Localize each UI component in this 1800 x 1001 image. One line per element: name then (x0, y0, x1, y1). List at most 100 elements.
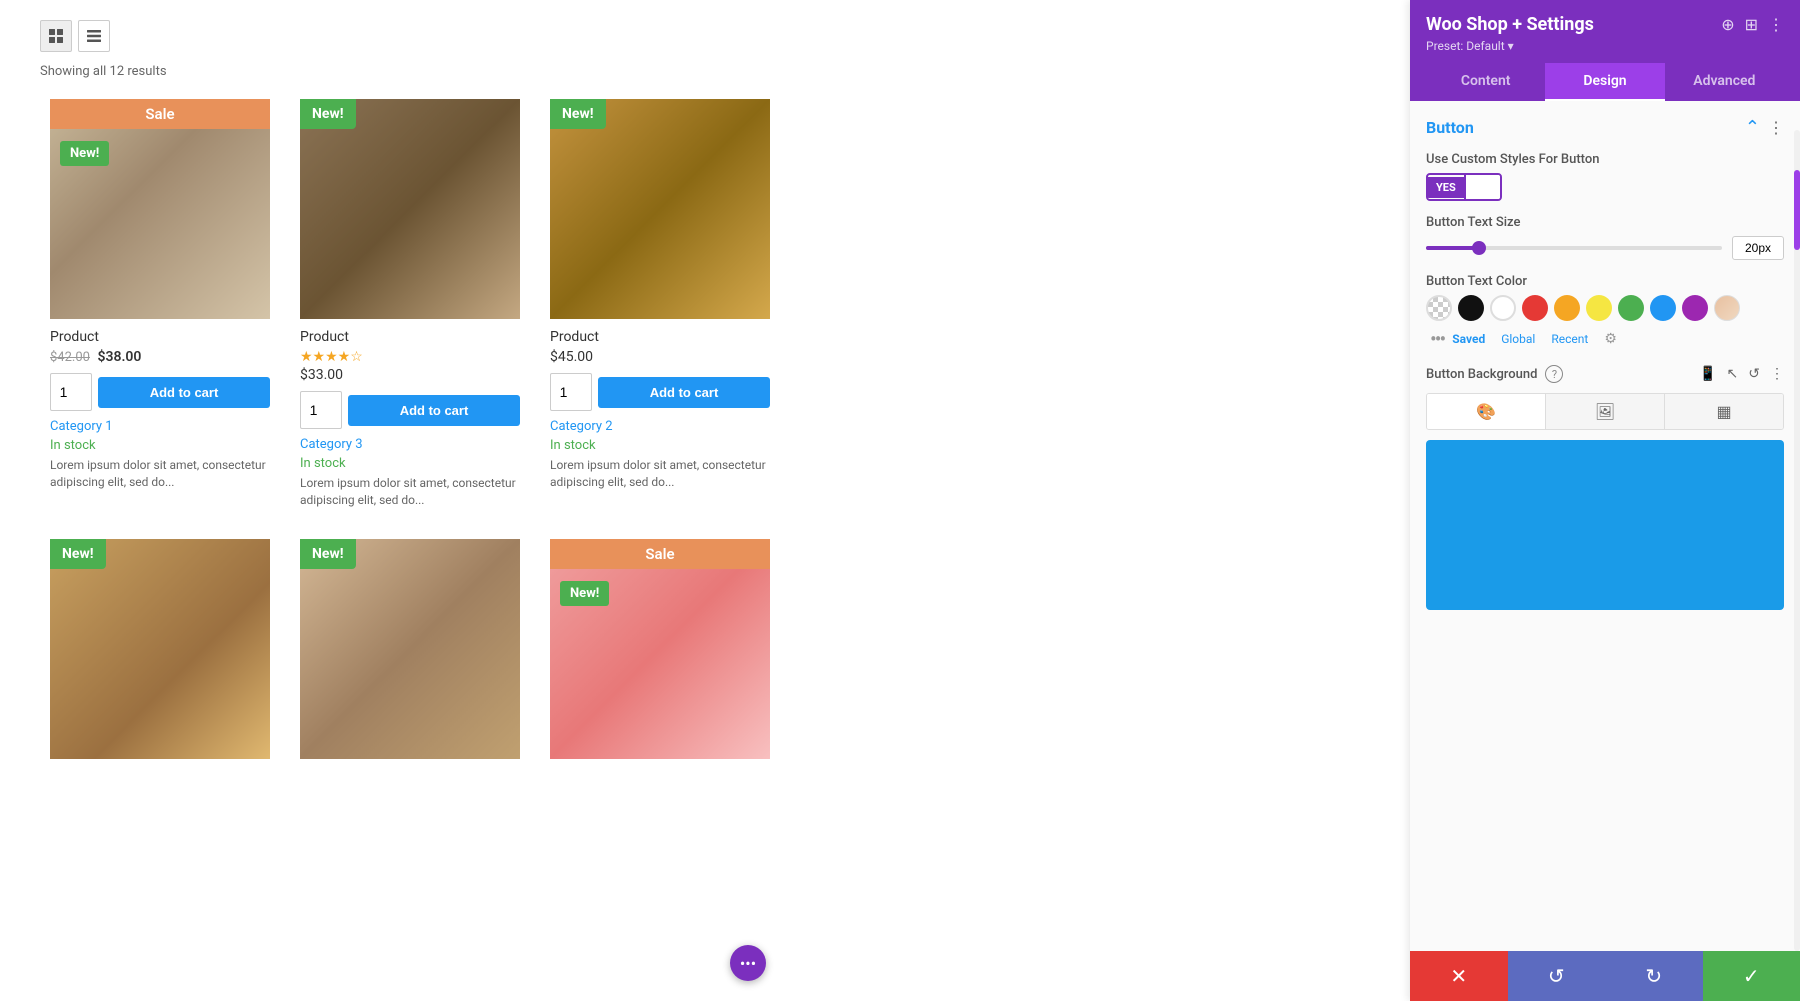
custom-styles-toggle[interactable]: YES (1426, 173, 1502, 201)
slider-fill (1426, 246, 1479, 250)
bg-type-image-tab[interactable]: 🖼 (1546, 394, 1665, 429)
product-card: New! Product ★★★★☆ $33.00 Add to cart Ca… (300, 99, 520, 509)
product-category[interactable]: Category 2 (550, 419, 770, 434)
toggle-box[interactable] (1464, 175, 1500, 199)
color-edit[interactable] (1714, 295, 1740, 321)
text-size-slider-row: 20px (1426, 236, 1784, 260)
help-icon[interactable]: ? (1545, 365, 1563, 383)
product-price: $45.00 (550, 349, 770, 365)
add-to-cart-button[interactable]: Add to cart (98, 377, 270, 408)
product-image: New! (300, 99, 520, 319)
section-more-icon[interactable]: ⋮ (1768, 118, 1784, 137)
color-tabs: Saved Global Recent ⚙ (1452, 331, 1617, 347)
panel-preset[interactable]: Preset: Default (1426, 39, 1784, 53)
product-description: Lorem ipsum dolor sit amet, consectetur … (50, 457, 270, 491)
bg-color-preview[interactable] (1426, 440, 1784, 610)
right-panel: Woo Shop + Settings ⊕ ⊞ ⋮ Preset: Defaul… (1410, 0, 1800, 1001)
new-badge: New! (550, 99, 606, 129)
product-description: Lorem ipsum dolor sit amet, consectetur … (300, 475, 520, 509)
product-stock: In stock (300, 456, 520, 471)
target-icon[interactable]: ⊕ (1721, 15, 1734, 34)
bg-type-color-tab[interactable]: 🎨 (1427, 394, 1546, 429)
product-price: $42.00 $38.00 (50, 349, 270, 365)
color-dots-icon[interactable]: ••• (1426, 327, 1448, 351)
tab-design[interactable]: Design (1545, 63, 1664, 101)
quantity-input[interactable] (50, 373, 92, 411)
product-grid: Sale New! Product $42.00 $38.00 Add to c… (50, 99, 1370, 769)
color-red[interactable] (1522, 295, 1548, 321)
tab-content[interactable]: Content (1426, 63, 1545, 101)
color-tab-recent[interactable]: Recent (1551, 332, 1588, 346)
text-size-slider-track[interactable] (1426, 246, 1722, 250)
add-to-cart-button[interactable]: Add to cart (598, 377, 770, 408)
panel-title-icons: ⊕ ⊞ ⋮ (1721, 15, 1784, 34)
floating-more-button[interactable]: ••• (730, 945, 766, 981)
product-name: Product (550, 329, 770, 345)
add-to-cart-row: Add to cart (50, 373, 270, 411)
quantity-input[interactable] (550, 373, 592, 411)
product-category[interactable]: Category 1 (50, 419, 270, 434)
text-size-label: Button Text Size (1426, 215, 1784, 230)
use-custom-label: Use Custom Styles For Button (1426, 152, 1784, 167)
bg-type-gradient-tab[interactable]: ▦ (1665, 394, 1783, 429)
cancel-button[interactable]: ✕ (1410, 951, 1508, 1001)
section-header: Button ⌃ ⋮ (1426, 117, 1784, 138)
bg-icons: 📱 ↖ ↺ ⋮ (1699, 366, 1784, 382)
more-options-icon[interactable]: ⋮ (1768, 15, 1784, 34)
bg-label-row: Button Background ? 📱 ↖ ↺ ⋮ (1426, 365, 1784, 383)
undo-button[interactable]: ↺ (1508, 951, 1606, 1001)
collapse-icon[interactable]: ⌃ (1745, 117, 1760, 138)
add-to-cart-row: Add to cart (300, 391, 520, 429)
bg-label: Button Background (1426, 367, 1537, 382)
panel-header: Woo Shop + Settings ⊕ ⊞ ⋮ Preset: Defaul… (1410, 0, 1800, 101)
new-badge: New! (60, 141, 109, 166)
product-category[interactable]: Category 3 (300, 437, 520, 452)
color-blue[interactable] (1650, 295, 1676, 321)
sale-badge: Sale (550, 539, 770, 569)
quantity-input[interactable] (300, 391, 342, 429)
color-tab-saved[interactable]: Saved (1452, 332, 1485, 346)
product-description: Lorem ipsum dolor sit amet, consectetur … (550, 457, 770, 491)
product-stock: In stock (550, 438, 770, 453)
price-old: $42.00 (50, 350, 90, 365)
more-bg-icon[interactable]: ⋮ (1770, 366, 1784, 382)
product-price: $33.00 (300, 367, 520, 383)
product-card: New! (300, 539, 520, 769)
scrollbar-track[interactable] (1794, 130, 1800, 951)
color-black[interactable] (1458, 295, 1484, 321)
color-purple[interactable] (1682, 295, 1708, 321)
slider-thumb[interactable] (1472, 241, 1486, 255)
color-tab-global[interactable]: Global (1501, 332, 1535, 346)
add-to-cart-button[interactable]: Add to cart (348, 395, 520, 426)
undo-bg-icon[interactable]: ↺ (1748, 366, 1760, 382)
text-size-value-input[interactable]: 20px (1732, 236, 1784, 260)
color-settings-icon[interactable]: ⚙ (1604, 331, 1617, 347)
color-yellow[interactable] (1586, 295, 1612, 321)
panel-bottom-bar: ✕ ↺ ↻ ✓ (1410, 951, 1800, 1001)
section-actions: ⌃ ⋮ (1745, 117, 1784, 138)
mobile-icon[interactable]: 📱 (1699, 366, 1716, 382)
cursor-icon[interactable]: ↖ (1727, 366, 1739, 382)
color-transparent[interactable] (1426, 295, 1452, 321)
product-name: Product (300, 329, 520, 345)
layout-icon[interactable]: ⊞ (1745, 15, 1758, 34)
product-rating: ★★★★☆ (300, 349, 520, 365)
tab-advanced[interactable]: Advanced (1665, 63, 1784, 101)
grid-view-button[interactable] (40, 20, 72, 52)
save-button[interactable]: ✓ (1703, 951, 1800, 1001)
price-new: $38.00 (97, 349, 141, 365)
list-view-button[interactable] (78, 20, 110, 52)
scrollbar-thumb[interactable] (1794, 170, 1800, 250)
product-card: Sale New! Product $42.00 $38.00 Add to c… (50, 99, 270, 509)
color-swatch-row (1426, 295, 1784, 321)
add-to-cart-row: Add to cart (550, 373, 770, 411)
bg-type-tabs: 🎨 🖼 ▦ (1426, 393, 1784, 430)
color-white[interactable] (1490, 295, 1516, 321)
product-image: New! (50, 539, 270, 759)
color-green[interactable] (1618, 295, 1644, 321)
new-badge: New! (300, 99, 356, 129)
text-size-row: Button Text Size 20px (1426, 215, 1784, 260)
color-orange[interactable] (1554, 295, 1580, 321)
use-custom-styles-row: Use Custom Styles For Button YES (1426, 152, 1784, 201)
redo-button[interactable]: ↻ (1605, 951, 1703, 1001)
